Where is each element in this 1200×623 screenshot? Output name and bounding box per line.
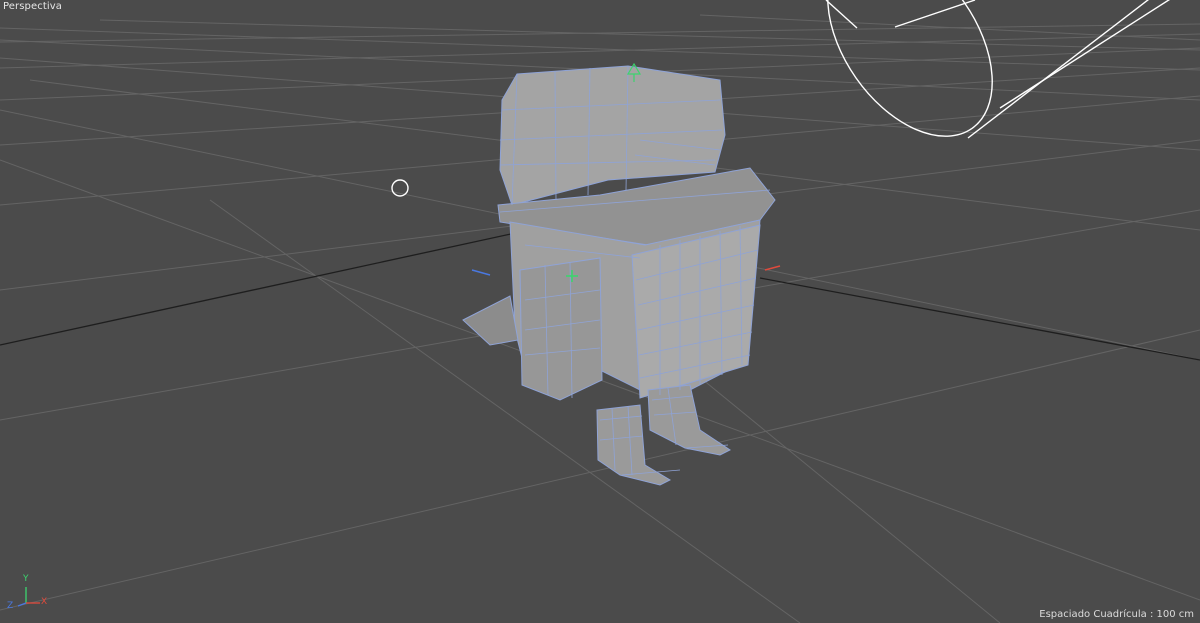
3d-viewport[interactable]: Perspectiva Y X Z Espaciado Cuadrícula :… [0,0,1200,623]
axis-label-z: Z [7,601,14,611]
axis-label-x: X [41,597,48,607]
axis-label-y: Y [23,574,29,584]
scene-canvas[interactable] [0,0,1200,623]
axis-gizmo: Y X Z [4,573,52,615]
penguin-model[interactable] [462,65,776,486]
world-axis-x-line [0,231,521,346]
viewport-view-label[interactable]: Perspectiva [3,1,62,12]
world-axis-z-line [759,277,1200,361]
grid-spacing-readout: Espaciado Cuadrícula : 100 cm [1039,609,1194,620]
